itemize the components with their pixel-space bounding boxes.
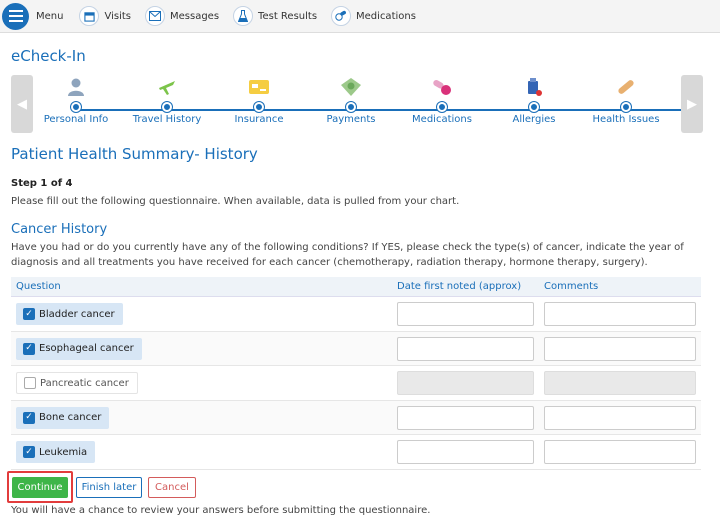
comments-input[interactable] <box>544 405 696 430</box>
table-header: Question Date first noted (approx) Comme… <box>11 277 701 297</box>
nav-medications[interactable]: Medications <box>331 6 416 26</box>
step-label: Personal Info <box>43 114 109 125</box>
pills-icon <box>331 6 352 26</box>
section-title: Patient Health Summary- History <box>11 145 258 163</box>
step-dot <box>621 102 631 112</box>
checkmark-icon: ✓ <box>23 446 35 459</box>
cancel-button[interactable]: Cancel <box>148 477 196 498</box>
person-icon <box>31 75 121 99</box>
card-icon <box>214 75 304 99</box>
step-dot <box>437 102 447 112</box>
condition-label: Esophageal cancer <box>39 343 134 355</box>
condition-checkbox-bladder-cancer[interactable]: ✓ Bladder cancer <box>16 303 123 325</box>
header-comments: Comments <box>544 281 599 292</box>
allergy-icon <box>489 75 579 99</box>
step-insurance[interactable]: Insurance <box>214 75 304 125</box>
condition-checkbox-bone-cancer[interactable]: ✓ Bone cancer <box>16 406 110 429</box>
page-title: eCheck-In <box>11 47 86 65</box>
step-health-issues[interactable]: Health Issues <box>581 75 671 125</box>
footer-note: You will have a chance to review your an… <box>11 505 431 516</box>
empty-checkbox-icon <box>24 377 36 390</box>
date-input-disabled <box>397 371 534 396</box>
chevron-left-icon: ◀ <box>17 96 27 112</box>
step-dot <box>529 102 539 112</box>
date-input[interactable] <box>397 405 534 430</box>
condition-checkbox-pancreatic-cancer[interactable]: Pancreatic cancer <box>16 372 138 395</box>
step-travel-history[interactable]: Travel History <box>122 75 212 125</box>
bandage-icon <box>581 75 671 99</box>
checkmark-icon: ✓ <box>23 342 35 355</box>
pills-icon <box>397 75 487 99</box>
table-row: ✓ Bladder cancer <box>11 297 701 332</box>
menu-icon[interactable] <box>2 2 29 30</box>
checkmark-icon: ✓ <box>23 411 35 424</box>
top-nav: Menu Visits Messages Test Results Medica… <box>0 0 720 33</box>
nav-messages[interactable]: Messages <box>145 6 219 26</box>
nav-medications-label: Medications <box>356 10 416 22</box>
step-personal-info[interactable]: Personal Info <box>31 75 121 125</box>
envelope-icon <box>145 6 165 26</box>
airplane-icon <box>122 75 212 99</box>
table-row: ✓ Bone cancer <box>11 400 701 436</box>
step-dot <box>346 102 356 112</box>
nav-test-results[interactable]: Test Results <box>233 6 317 26</box>
instructions-text: Please fill out the following questionna… <box>11 196 460 207</box>
step-dot <box>254 102 264 112</box>
stepper-next-button[interactable]: ▶ <box>681 75 703 133</box>
cancer-history-description: Have you had or do you currently have an… <box>11 242 684 268</box>
stepper-prev-button[interactable]: ◀ <box>11 75 33 133</box>
nav-visits-label: Visits <box>104 10 131 22</box>
table-row: ✓ Esophageal cancer <box>11 331 701 367</box>
checkmark-icon: ✓ <box>23 308 35 320</box>
flask-icon <box>233 6 254 26</box>
progress-stepper: ◀ Personal Info Travel History Insurance… <box>11 75 703 133</box>
date-input[interactable] <box>397 336 534 361</box>
step-count: Step 1 of 4 <box>11 178 73 189</box>
nav-messages-label: Messages <box>170 10 220 22</box>
comments-input[interactable] <box>544 440 696 465</box>
condition-label: Pancreatic cancer <box>40 377 129 389</box>
step-dot <box>162 102 172 112</box>
step-allergies[interactable]: Allergies <box>489 75 579 125</box>
step-label: Insurance <box>234 114 284 125</box>
condition-label: Bone cancer <box>39 412 102 424</box>
date-input[interactable] <box>397 440 534 465</box>
continue-button[interactable]: Continue <box>12 477 68 498</box>
step-label: Health Issues <box>592 114 660 125</box>
step-label: Travel History <box>132 114 202 125</box>
step-medications[interactable]: Medications <box>397 75 487 125</box>
comments-input[interactable] <box>544 302 696 326</box>
date-input[interactable] <box>397 302 534 326</box>
step-label: Medications <box>412 114 472 125</box>
step-label: Allergies <box>512 114 556 125</box>
nav-visits[interactable]: Visits <box>79 6 131 26</box>
calendar-icon <box>79 6 100 26</box>
header-date: Date first noted (approx) <box>397 281 522 292</box>
cancer-history-title: Cancer History <box>11 222 108 237</box>
table-row: Pancreatic cancer <box>11 366 701 401</box>
cancer-history-table: Question Date first noted (approx) Comme… <box>11 277 701 470</box>
condition-label: Bladder cancer <box>39 308 115 320</box>
table-row: ✓ Leukemia <box>11 435 701 470</box>
money-icon <box>306 75 396 99</box>
condition-label: Leukemia <box>39 446 88 458</box>
nav-test-results-label: Test Results <box>258 10 318 22</box>
header-question: Question <box>16 281 61 292</box>
step-dot <box>71 102 81 112</box>
step-label: Payments <box>326 114 376 125</box>
condition-checkbox-leukemia[interactable]: ✓ Leukemia <box>16 441 96 464</box>
step-payments[interactable]: Payments <box>306 75 396 125</box>
comments-input-disabled <box>544 371 696 396</box>
condition-checkbox-esophageal-cancer[interactable]: ✓ Esophageal cancer <box>16 337 142 360</box>
finish-later-button[interactable]: Finish later <box>76 477 142 498</box>
comments-input[interactable] <box>544 336 696 361</box>
menu-label[interactable]: Menu <box>36 11 63 22</box>
chevron-right-icon: ▶ <box>687 96 697 112</box>
